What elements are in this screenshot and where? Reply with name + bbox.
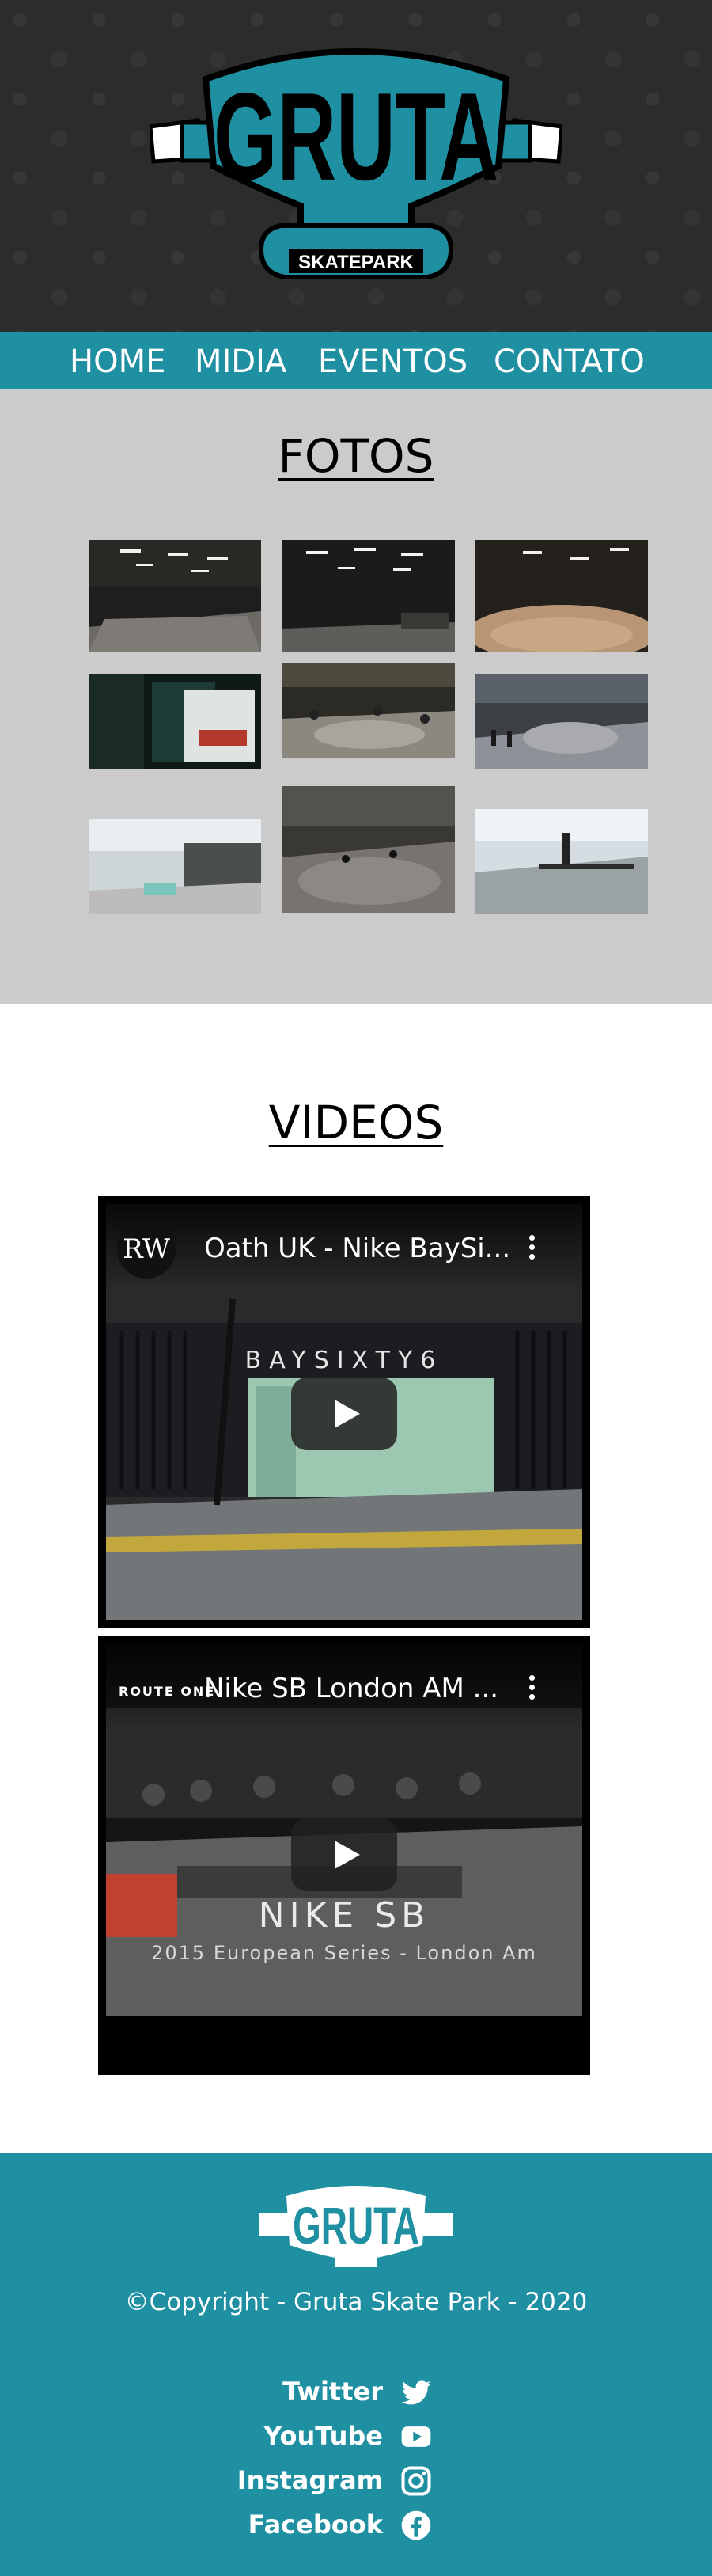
- youtube-icon: [399, 2419, 434, 2454]
- nav-home[interactable]: HOME: [70, 344, 165, 380]
- social-label: Twitter: [282, 2377, 383, 2407]
- more-options-icon[interactable]: [527, 1673, 536, 1704]
- photo-thumb[interactable]: [475, 674, 648, 769]
- twitter-icon: [399, 2375, 434, 2410]
- social-twitter[interactable]: Twitter: [237, 2375, 434, 2410]
- video-overlay-text: NIKE SB: [258, 1895, 430, 1936]
- social-youtube[interactable]: YouTube: [237, 2419, 434, 2454]
- fotos-section: FOTOS: [0, 389, 712, 1004]
- photo-thumb[interactable]: [89, 674, 261, 769]
- photo-thumb[interactable]: [89, 540, 261, 652]
- video-title[interactable]: Oath UK - Nike BaySi...: [204, 1233, 510, 1264]
- video-title-bar: RW Oath UK - Nike BaySi...: [106, 1204, 582, 1291]
- video-overlay-text: BAYSIXTY6: [244, 1347, 444, 1374]
- channel-avatar[interactable]: ROUTE ONE: [119, 1684, 215, 1699]
- video-title[interactable]: Nike SB London AM ...: [204, 1673, 498, 1704]
- nav-midia[interactable]: MIDIA: [195, 344, 286, 380]
- logo-subtext: SKATEPARK: [298, 252, 414, 273]
- social-label: Facebook: [248, 2510, 383, 2540]
- nav-contato[interactable]: CONTATO: [494, 344, 645, 380]
- gruta-logo[interactable]: SKATEPARK GRUTA: [148, 32, 564, 293]
- social-label: YouTube: [263, 2421, 383, 2451]
- copyright-text: ©Copyright - Gruta Skate Park - 2020: [124, 2288, 588, 2316]
- video-title-bar: ROUTE ONE Nike SB London AM ...: [106, 1644, 582, 1731]
- logo-text: GRUTA: [214, 67, 498, 207]
- play-button[interactable]: [291, 1377, 397, 1450]
- fotos-title: FOTOS: [278, 429, 434, 483]
- footer-logo[interactable]: GRUTA: [259, 2182, 453, 2269]
- social-instagram[interactable]: Instagram: [237, 2464, 434, 2498]
- photo-thumb[interactable]: [475, 809, 648, 914]
- site-header: SKATEPARK GRUTA: [0, 0, 712, 332]
- channel-avatar[interactable]: RW: [117, 1220, 176, 1279]
- more-options-icon[interactable]: [527, 1233, 536, 1264]
- photo-thumb[interactable]: [282, 786, 455, 913]
- site-footer: GRUTA ©Copyright - Gruta Skate Park - 20…: [0, 2153, 712, 2576]
- photo-thumb[interactable]: [282, 663, 455, 758]
- photo-thumb[interactable]: [282, 540, 455, 652]
- social-label: Instagram: [237, 2465, 383, 2495]
- video-player[interactable]: NIKE SB 2015 European Series - London Am…: [98, 1636, 590, 2075]
- video-overlay-subtext: 2015 European Series - London Am: [151, 1942, 537, 1964]
- videos-title: VIDEOS: [268, 1096, 444, 1149]
- main-nav: HOME MIDIA EVENTOS CONTATO: [0, 332, 712, 389]
- photo-thumb[interactable]: [89, 819, 261, 914]
- photo-thumb[interactable]: [475, 540, 648, 652]
- social-facebook[interactable]: Facebook: [237, 2508, 434, 2543]
- play-button[interactable]: [291, 1818, 397, 1891]
- instagram-icon: [399, 2464, 434, 2498]
- footer-logo-text: GRUTA: [293, 2196, 419, 2255]
- videos-section: VIDEOS BAYSIXTY6 RW Oath UK - Nike BaySi…: [0, 1004, 712, 2153]
- facebook-icon: [399, 2508, 434, 2543]
- video-player[interactable]: BAYSIXTY6 RW Oath UK - Nike BaySi...: [98, 1196, 590, 1628]
- nav-eventos[interactable]: EVENTOS: [318, 344, 468, 380]
